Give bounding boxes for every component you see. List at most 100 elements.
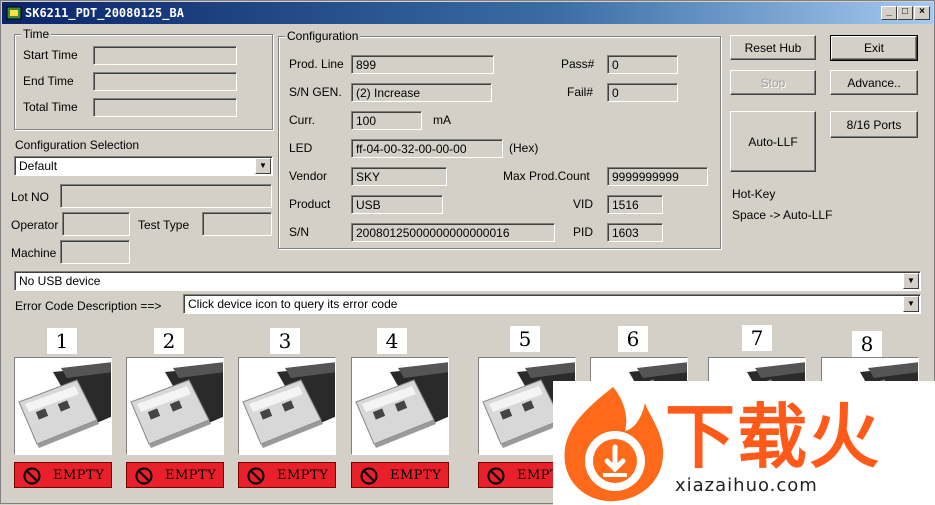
start-time-field: [93, 46, 237, 65]
config-selection-value: Default: [19, 159, 58, 173]
pid-field: 1603: [607, 223, 663, 242]
port-status-2: EMPTY: [126, 462, 224, 488]
port-status-4: EMPTY: [351, 462, 449, 488]
end-time-label: End Time: [23, 74, 74, 88]
chevron-down-icon[interactable]: ▼: [903, 273, 919, 289]
app-icon: [6, 6, 22, 20]
curr-field: 100: [351, 111, 422, 130]
usb-drive-icon: [127, 358, 223, 454]
pass-label: Pass#: [561, 57, 595, 71]
vid-field: 1516: [607, 195, 663, 214]
usb-device-dropdown[interactable]: No USB device ▼: [14, 271, 921, 291]
machine-label: Machine: [11, 246, 57, 260]
exit-button[interactable]: Exit: [830, 35, 918, 61]
stop-button[interactable]: Stop: [730, 70, 816, 95]
port-number-3: 3: [270, 328, 300, 354]
watermark-text: 下载火: [665, 396, 881, 478]
watermark-url: xiazaihuo.com: [675, 475, 818, 496]
configuration-group-label: Configuration: [285, 29, 361, 43]
window-title: SK6211_PDT_20080125_BA: [25, 6, 184, 20]
port-device-button-2[interactable]: [126, 357, 224, 455]
port-status-text: EMPTY: [390, 468, 442, 483]
chevron-down-icon[interactable]: ▼: [903, 296, 919, 312]
sn-label: S/N: [289, 225, 310, 239]
watermark: 下载火 xiazaihuo.com: [553, 381, 935, 505]
maximize-button[interactable]: □: [897, 6, 913, 20]
close-button[interactable]: ×: [914, 6, 930, 20]
port-status-3: EMPTY: [238, 462, 336, 488]
auto-llf-button[interactable]: Auto-LLF: [730, 111, 816, 172]
total-time-field: [93, 98, 237, 117]
port-number-5: 5: [510, 326, 540, 352]
port-status-text: EMPTY: [165, 468, 217, 483]
test-type-label: Test Type: [138, 218, 190, 232]
port-status-1: EMPTY: [14, 462, 112, 488]
watermark-fire-logo: [564, 387, 664, 502]
start-time-label: Start Time: [23, 48, 78, 62]
error-code-label: Error Code Description ==>: [15, 299, 162, 313]
prohibited-icon: [360, 467, 378, 485]
sn-gen-label: S/N GEN.: [289, 85, 342, 99]
prohibited-icon: [247, 467, 265, 485]
operator-field[interactable]: [62, 212, 130, 236]
prohibited-icon: [135, 467, 153, 485]
time-group-label: Time: [21, 27, 52, 41]
vendor-field: SKY: [351, 167, 447, 186]
vendor-label: Vendor: [289, 169, 328, 183]
test-type-field[interactable]: [202, 212, 272, 236]
chevron-down-icon[interactable]: ▼: [255, 158, 271, 174]
usb-drive-icon: [15, 358, 111, 454]
error-code-value: Click device icon to query its error cod…: [188, 297, 398, 311]
error-code-dropdown[interactable]: Click device icon to query its error cod…: [183, 294, 921, 314]
config-selection-label: Configuration Selection: [15, 138, 140, 152]
port-number-4: 4: [377, 328, 407, 354]
app-window: SK6211_PDT_20080125_BA _ □ × Time Start …: [0, 0, 935, 505]
total-time-label: Total Time: [23, 100, 78, 114]
pid-label: PID: [573, 225, 594, 239]
vid-label: VID: [573, 197, 594, 211]
port-device-button-4[interactable]: [351, 357, 449, 455]
lot-no-label: Lot NO: [11, 190, 50, 204]
port-status-text: EMPTY: [277, 468, 329, 483]
lot-no-field[interactable]: [60, 184, 272, 208]
product-label: Product: [289, 197, 331, 211]
port-number-8: 8: [852, 331, 882, 357]
led-field: ff-04-00-32-00-00-00: [351, 139, 503, 158]
curr-unit: mA: [433, 113, 451, 127]
pass-field: 0: [607, 55, 678, 74]
port-number-1: 1: [47, 328, 77, 354]
ports-toggle-button[interactable]: 8/16 Ports: [830, 111, 918, 138]
prohibited-icon: [487, 467, 505, 485]
max-prod-count-field: 9999999999: [607, 167, 708, 186]
port-number-6: 6: [618, 326, 648, 352]
sn-gen-field: (2) Increase: [351, 83, 492, 102]
end-time-field: [93, 72, 237, 91]
fail-label: Fail#: [567, 85, 594, 99]
advance-button[interactable]: Advance..: [830, 70, 918, 95]
prod-line-label: Prod. Line: [289, 57, 344, 71]
port-number-7: 7: [742, 325, 772, 351]
port-device-button-1[interactable]: [14, 357, 112, 455]
port-status-text: EMPTY: [53, 468, 105, 483]
product-field: USB: [351, 195, 443, 214]
operator-label: Operator: [11, 218, 59, 232]
config-selection-dropdown[interactable]: Default ▼: [14, 156, 273, 176]
hotkey-title: Hot-Key: [732, 187, 776, 201]
port-number-2: 2: [154, 328, 184, 354]
minimize-button[interactable]: _: [881, 6, 897, 20]
fail-field: 0: [607, 83, 678, 102]
led-label: LED: [289, 141, 313, 155]
usb-drive-icon: [352, 358, 448, 454]
machine-field[interactable]: [60, 240, 130, 264]
max-prod-count-label: Max Prod.Count: [503, 169, 590, 183]
usb-drive-icon: [239, 358, 335, 454]
curr-label: Curr.: [289, 113, 316, 127]
hotkey-description: Space -> Auto-LLF: [732, 208, 833, 222]
led-unit: (Hex): [509, 141, 539, 155]
prohibited-icon: [23, 467, 41, 485]
port-device-button-3[interactable]: [238, 357, 336, 455]
usb-device-value: No USB device: [19, 274, 101, 288]
title-bar[interactable]: SK6211_PDT_20080125_BA _ □ ×: [2, 2, 933, 24]
reset-hub-button[interactable]: Reset Hub: [730, 35, 816, 60]
prod-line-field: 899: [351, 55, 494, 74]
